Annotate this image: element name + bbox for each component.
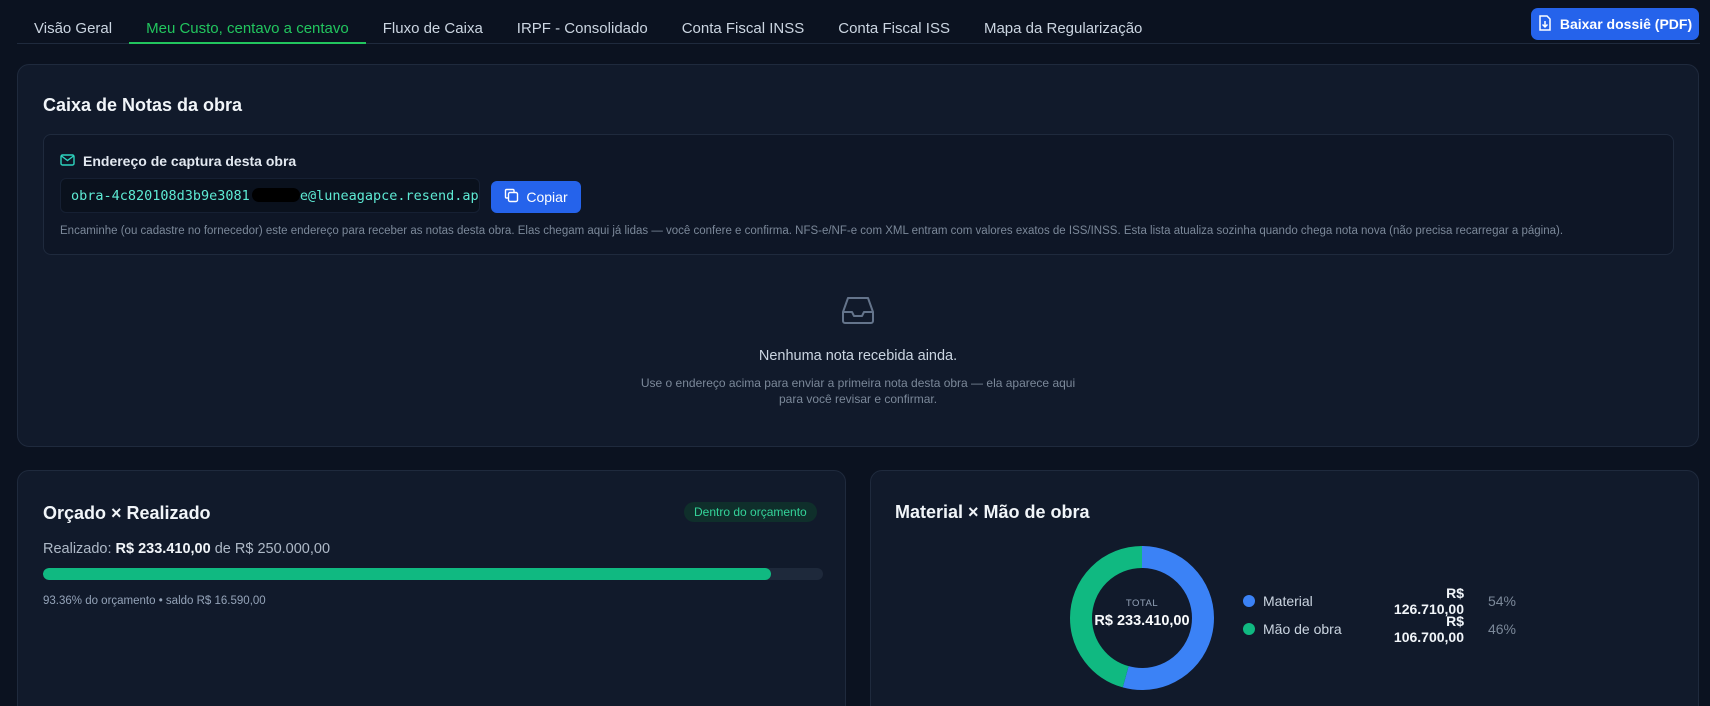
realizado-summary: Realizado: R$ 233.410,00 de R$ 250.000,0… <box>43 541 330 557</box>
email-prefix: obra-4c820108d3b9e3081 <box>71 188 250 204</box>
file-download-icon <box>1538 14 1552 34</box>
realizado-mid: de <box>214 541 231 557</box>
redacted-mark <box>251 188 300 202</box>
budget-progress-bar <box>43 568 823 580</box>
realizado-prefix: Realizado: <box>43 541 112 557</box>
tab-mapa-regularizacao[interactable]: Mapa da Regularização <box>967 6 1159 44</box>
legend-value: R$ 106.700,00 <box>1393 613 1464 645</box>
donut-legend: Material R$ 126.710,00 54% Mão de obra R… <box>1243 585 1516 645</box>
email-suffix: e@luneagapce.resend.app <box>299 188 480 204</box>
download-dossie-button[interactable]: Baixar dossiê (PDF) <box>1531 8 1699 40</box>
empty-state: Nenhuma nota recebida ainda. Use o ender… <box>18 295 1698 407</box>
donut-total-label: TOTAL <box>1125 598 1159 609</box>
donut-total-value: R$ 233.410,00 <box>1094 613 1190 629</box>
copy-icon <box>504 188 519 206</box>
budget-value: R$ 250.000,00 <box>234 541 331 557</box>
capture-address-header: Endereço de captura desta obra <box>60 153 296 169</box>
legend-name: Mão de obra <box>1263 621 1342 637</box>
capture-description: Encaminhe (ou cadastre no fornecedor) es… <box>60 225 1564 237</box>
tab-conta-fiscal-iss[interactable]: Conta Fiscal ISS <box>821 6 967 44</box>
copy-button[interactable]: Copiar <box>491 181 581 213</box>
tab-meu-custo[interactable]: Meu Custo, centavo a centavo <box>129 6 366 44</box>
tab-conta-fiscal-inss[interactable]: Conta Fiscal INSS <box>665 6 822 44</box>
legend-percent: 46% <box>1487 621 1516 637</box>
orcado-realizado-title: Orçado × Realizado <box>43 503 211 523</box>
donut-center: TOTAL R$ 233.410,00 <box>1062 598 1222 629</box>
legend-row-material: Material R$ 126.710,00 54% <box>1243 585 1516 617</box>
capture-address-panel: Endereço de captura desta obra obra-4c82… <box>43 134 1674 255</box>
tab-visao-geral[interactable]: Visão Geral <box>17 6 129 44</box>
legend-row-mao-de-obra: Mão de obra R$ 106.700,00 46% <box>1243 613 1516 645</box>
budget-progress-fill <box>43 568 772 580</box>
capture-address-label: Endereço de captura desta obra <box>83 153 297 169</box>
download-dossie-label: Baixar dossiê (PDF) <box>1559 16 1693 32</box>
material-mao-de-obra-title: Material × Mão de obra <box>895 502 1090 522</box>
legend-name: Material <box>1263 593 1313 609</box>
tab-fluxo-de-caixa[interactable]: Fluxo de Caixa <box>366 6 500 44</box>
mail-icon <box>60 153 75 169</box>
material-mao-de-obra-card: Material × Mão de obra TOTAL R$ 233.410,… <box>870 470 1699 706</box>
capture-email-address[interactable]: obra-4c820108d3b9e3081 e@luneagapce.resen… <box>60 178 480 213</box>
legend-dot-material <box>1243 595 1255 607</box>
realizado-value: R$ 233.410,00 <box>115 541 211 557</box>
tab-bar: Visão Geral Meu Custo, centavo a centavo… <box>17 6 1700 44</box>
caixa-notas-card: Caixa de Notas da obra Endereço de captu… <box>17 64 1699 447</box>
legend-percent: 54% <box>1487 593 1516 609</box>
orcado-realizado-card: Orçado × Realizado Dentro do orçamento R… <box>17 470 846 706</box>
legend-dot-mao-de-obra <box>1243 623 1255 635</box>
caixa-notas-title: Caixa de Notas da obra <box>43 95 243 115</box>
budget-note: 93.36% do orçamento • saldo R$ 16.590,00 <box>43 595 266 607</box>
inbox-icon <box>18 295 1698 330</box>
empty-state-title: Nenhuma nota recebida ainda. <box>758 348 958 364</box>
cost-split-donut: TOTAL R$ 233.410,00 <box>1062 538 1222 698</box>
tab-irpf-consolidado[interactable]: IRPF - Consolidado <box>500 6 665 44</box>
status-badge: Dentro do orçamento <box>684 502 817 522</box>
empty-state-subtitle: Use o endereço acima para enviar a prime… <box>640 376 1076 406</box>
copy-label: Copiar <box>526 189 568 205</box>
